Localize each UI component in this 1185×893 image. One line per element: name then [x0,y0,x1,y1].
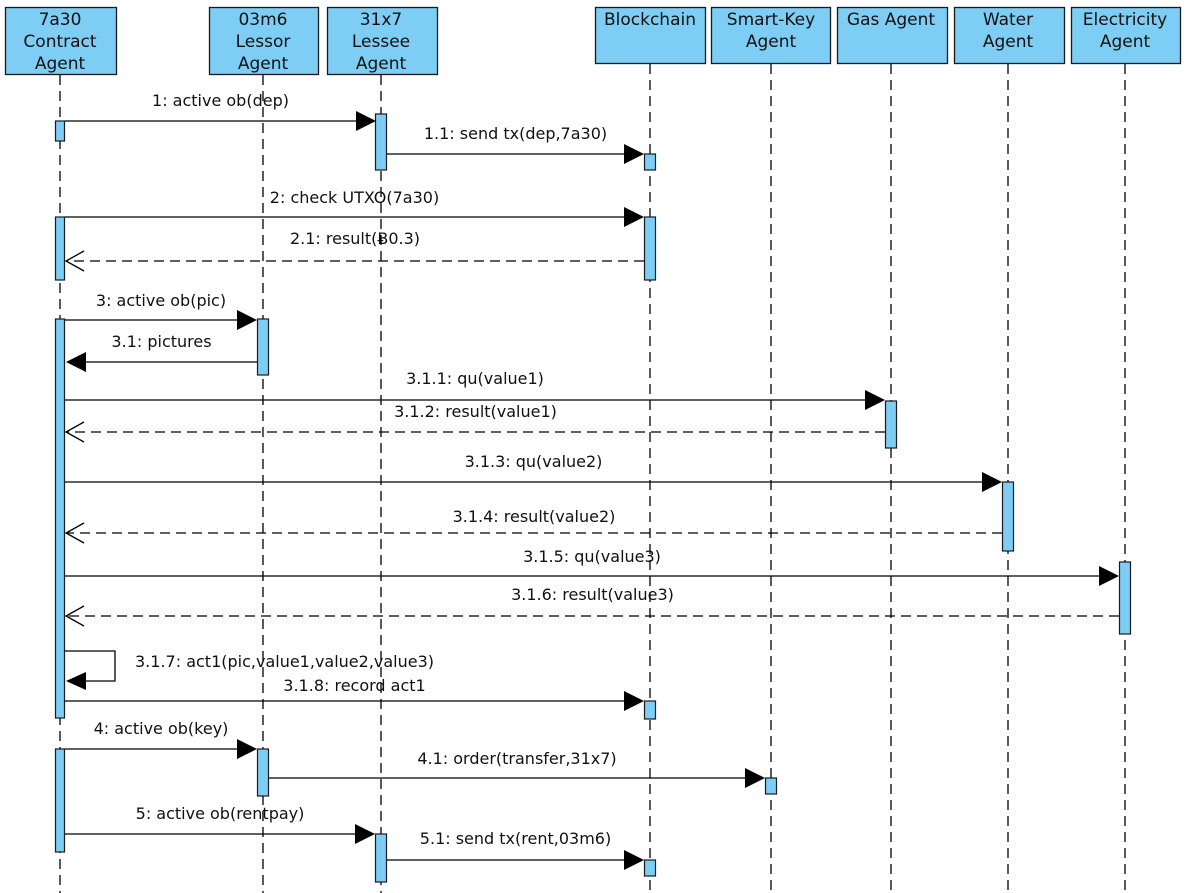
arrowhead-filled [66,672,86,690]
arrowhead-filled [624,850,644,870]
message-label: 1: active ob(dep) [152,91,289,110]
message-label: 3.1.5: qu(value3) [523,547,661,566]
participant-label: Contract [23,32,96,52]
participant-label: Electricity [1083,10,1167,30]
activation-water [1001,481,1015,552]
participant-lessor: 03m6LessorAgent [208,6,320,76]
participant-label: Water [983,10,1033,30]
participant-label: Agent [1100,32,1151,52]
message-3-1-2: 3.1.2: result(value1) [64,402,885,443]
arrowhead-filled [624,207,644,227]
arrowhead-filled [865,390,885,410]
participant-label: Agent [35,54,86,74]
arrowhead-filled [624,691,644,711]
activation-blockchain [643,700,657,720]
participant-label: 03m6 [238,10,287,30]
activation-gas [884,400,898,449]
participant-label: Blockchain [604,10,696,30]
message-label: 3.1.8: record act1 [283,676,425,695]
message-label: 3.1.1: qu(value1) [406,369,544,388]
message-label: 3.1.2: result(value1) [394,402,557,421]
message-label: 1.1: send tx(dep,7a30) [424,124,607,143]
activation-blockchain [643,859,657,877]
arrowhead-filled [1099,566,1119,586]
participant-electricity: ElectricityAgent [1070,6,1182,65]
sequence-diagram: 7a30ContractAgent03m6LessorAgent31x7Less… [4,6,1182,893]
arrowhead-filled [66,352,86,372]
message-label: 3.1.3: qu(value2) [465,452,603,471]
arrowhead-filled [237,310,257,330]
self-call-arrow [65,650,116,682]
message-3-1-6: 3.1.6: result(value3) [64,585,1119,627]
message-3: 3: active ob(pic) [65,291,257,330]
participant-label: 7a30 [39,10,82,30]
message-5-1: 5.1: send tx(rent,03m6) [387,829,644,870]
message-3-1-4: 3.1.4: result(value2) [64,507,1002,544]
message-label: 3.1: pictures [111,332,211,351]
activation-lessor [256,318,270,376]
message-1-1: 1.1: send tx(dep,7a30) [387,124,644,164]
message-label: 4: active ob(key) [94,719,229,738]
message-3-1-8: 3.1.8: record act1 [65,676,644,711]
arrowhead-filled [745,768,765,788]
participant-contract: 7a30ContractAgent [4,6,118,76]
message-label: 3: active ob(pic) [96,291,226,310]
activation-lessee [374,833,388,883]
participant-gas: Gas Agent [836,6,949,65]
activation-contract [54,216,66,281]
activation-blockchain [643,153,657,171]
participant-label: Agent [238,54,289,74]
message-label: 3.1.6: result(value3) [511,585,674,604]
arrowhead-filled [355,824,375,844]
message-label: 3.1.7: act1(pic,value1,value2,value3) [135,652,434,671]
participant-blockchain: Blockchain [594,6,707,65]
participant-water: WaterAgent [953,6,1066,65]
message-label: 3.1.4: result(value2) [453,507,616,526]
activation-lessor [256,748,270,797]
lifelines [59,64,1126,893]
message-3-1-3: 3.1.3: qu(value2) [65,452,1002,492]
participant-lessee: 31x7LesseeAgent [326,6,439,76]
participant-label: Lessor [236,32,291,52]
message-4-1: 4.1: order(transfer,31x7) [269,749,765,788]
activation-smartkey [764,777,778,795]
activation-contract [54,120,66,142]
arrowhead-filled [982,472,1002,492]
messages: 1: active ob(dep) 1.1: send tx(dep,7a30) 2… [64,91,1119,870]
participant-label: Agent [983,32,1034,52]
message-label: 2: check UTXO(7a30) [270,188,439,207]
arrowhead-filled [624,144,644,164]
activation-electricity [1118,561,1132,635]
message-label: 4.1: order(transfer,31x7) [417,749,616,768]
participant-label: Agent [746,32,797,52]
message-2-1: 2.1: result(Ƀ0.3) [64,229,644,272]
message-1: 1: active ob(dep) [65,91,376,131]
activation-lessee [374,113,388,171]
message-label: 5.1: send tx(rent,03m6) [420,829,611,848]
participant-label: Smart-Key [727,10,815,30]
message-4: 4: active ob(key) [65,719,257,759]
activation-contract [54,748,66,853]
message-5: 5: active ob(rentpay) [65,804,375,844]
arrowhead-filled [356,111,376,131]
arrowhead-filled [237,739,257,759]
message-label: 2.1: result(Ƀ0.3) [290,229,420,248]
message-3-1-5: 3.1.5: qu(value3) [65,547,1119,586]
participant-label: 31x7 [360,10,403,30]
activation-contract [54,318,66,719]
participant-label: Agent [356,54,407,74]
participant-label: Lessee [352,32,410,52]
participant-label: Gas Agent [847,10,936,30]
participant-smartkey: Smart-KeyAgent [710,6,832,65]
message-label: 5: active ob(rentpay) [136,804,305,823]
message-3-1: 3.1: pictures [66,332,257,372]
activation-blockchain [643,216,657,281]
message-2: 2: check UTXO(7a30) [65,188,644,227]
participant-headers: 7a30ContractAgent03m6LessorAgent31x7Less… [4,6,1182,76]
